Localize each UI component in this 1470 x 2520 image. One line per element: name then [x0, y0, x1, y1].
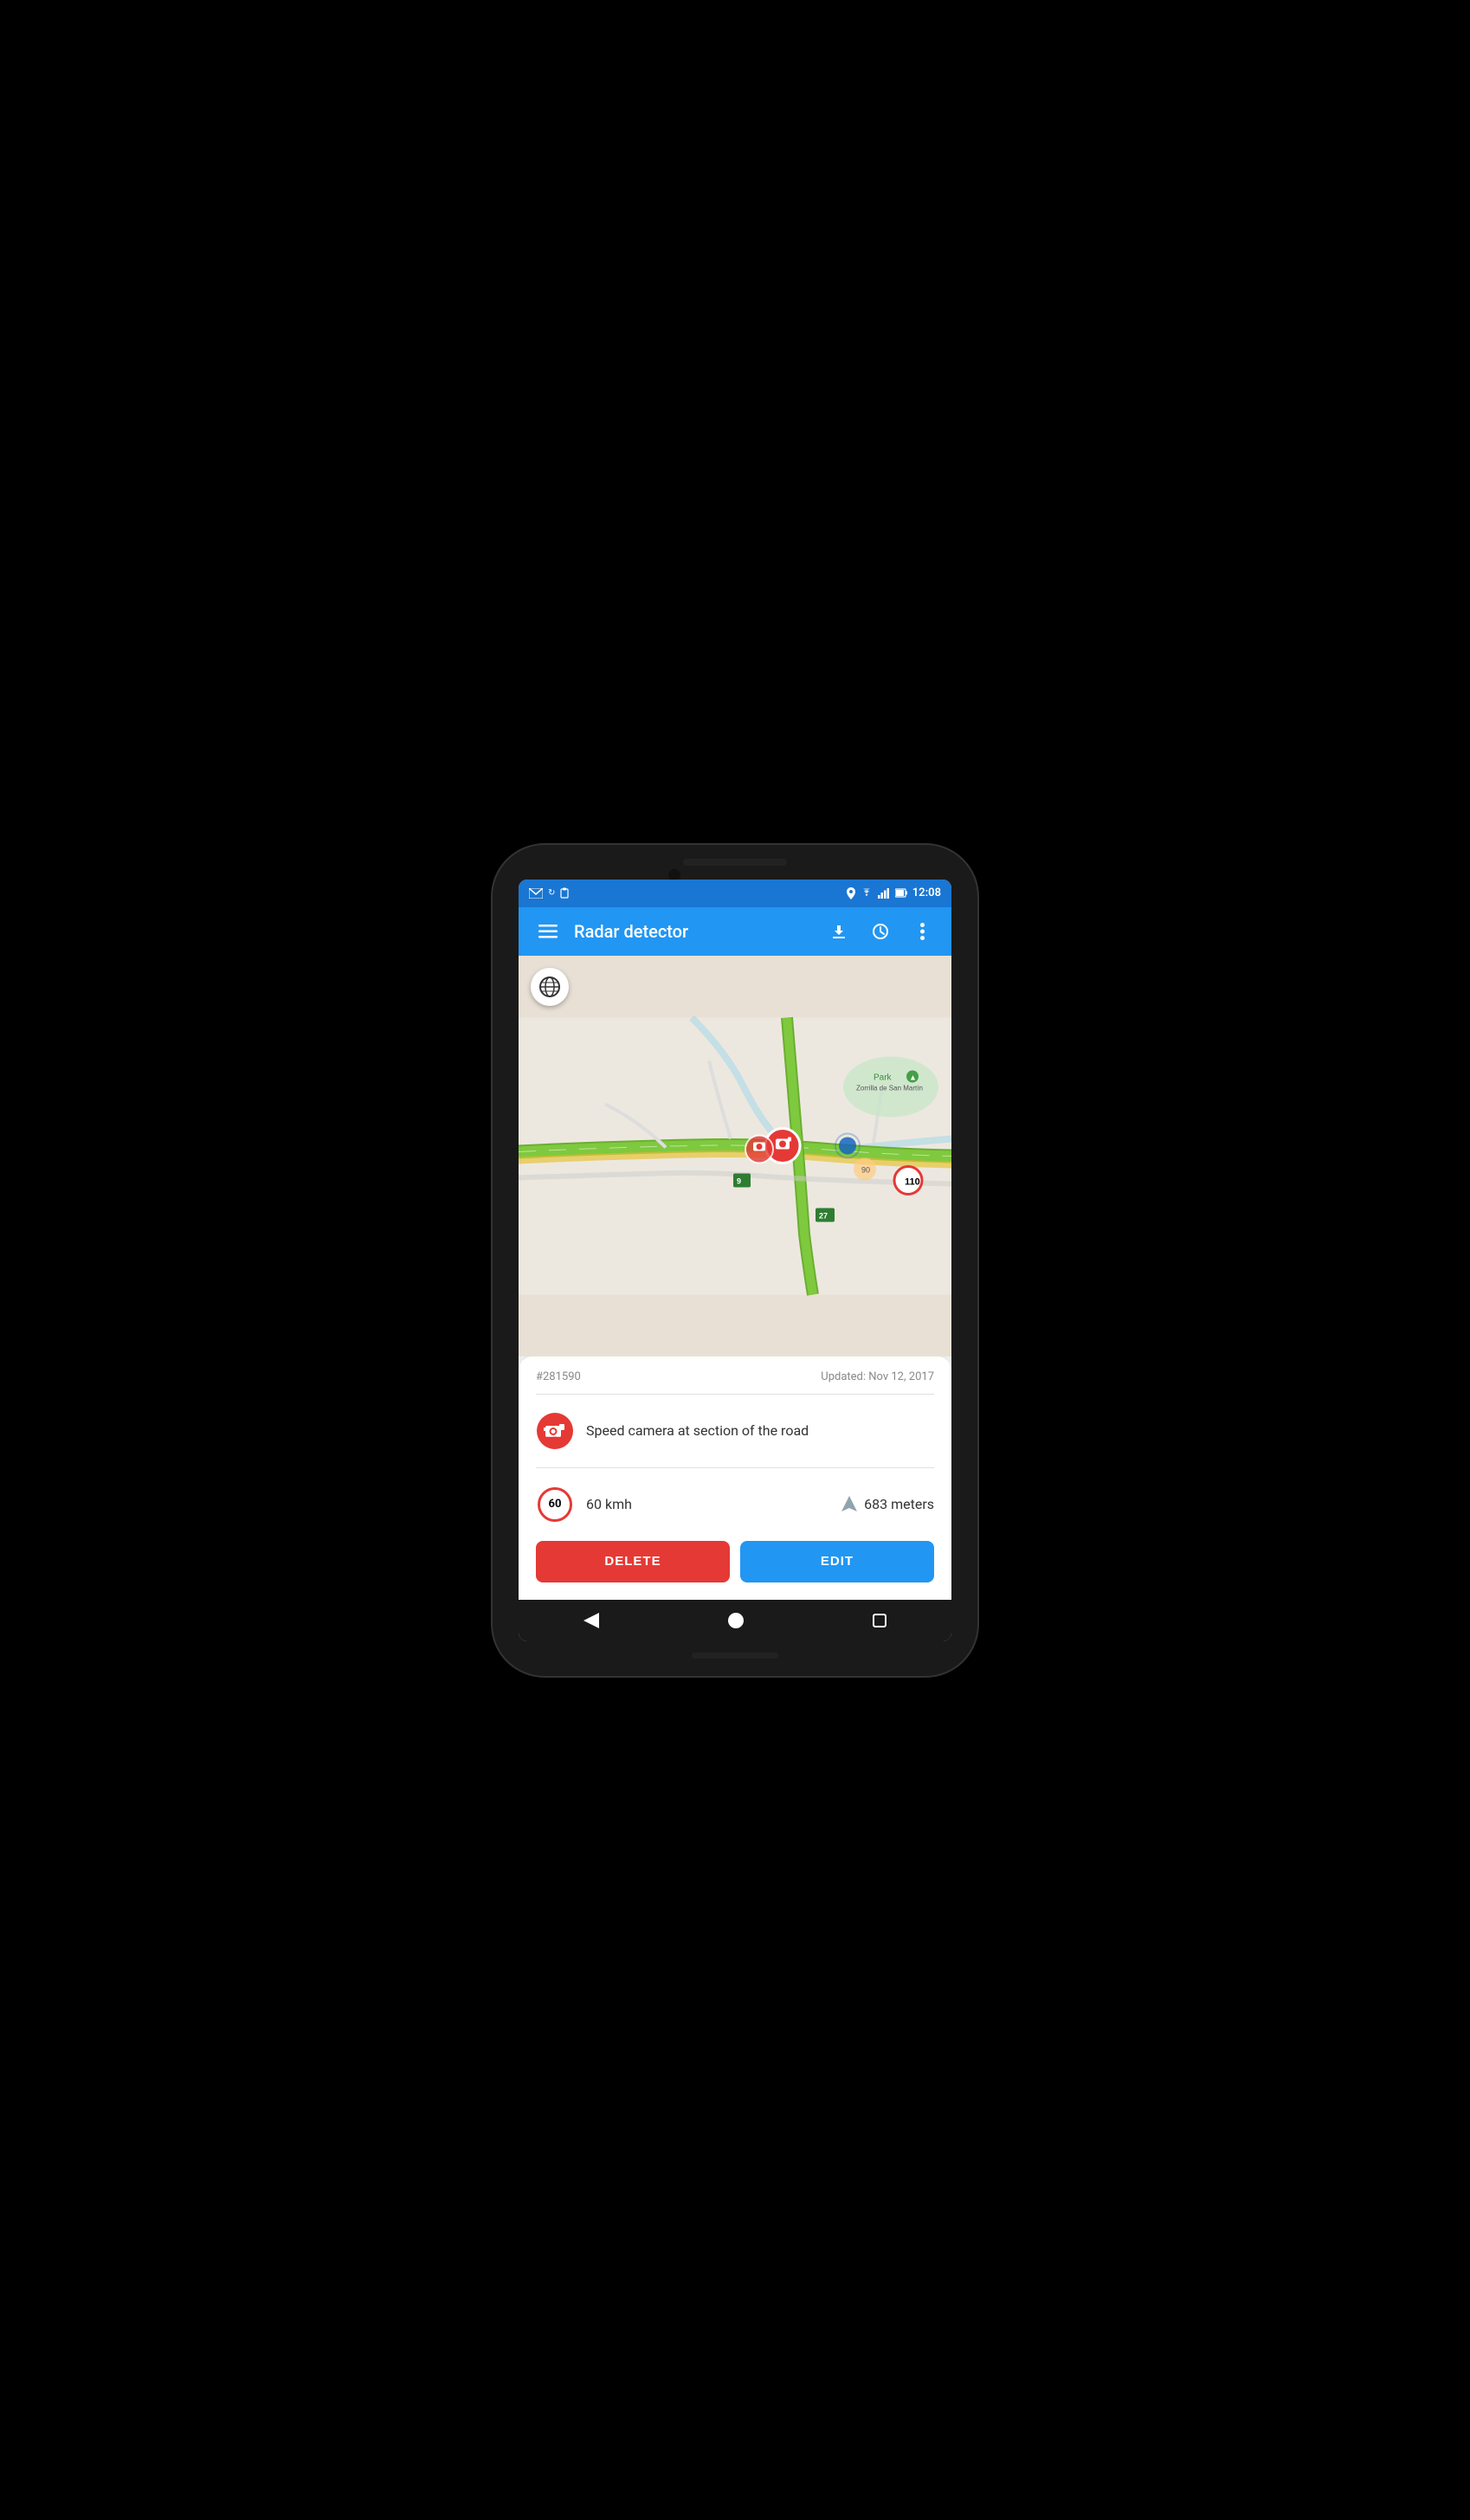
phone-speaker [683, 859, 787, 866]
camera-type-row: CAMERA Speed camera at section of the ro… [536, 1402, 934, 1460]
menu-button[interactable] [532, 916, 564, 947]
gmail-icon [529, 888, 543, 899]
recents-button[interactable] [873, 1614, 887, 1627]
signal-icon [878, 888, 890, 899]
clipboard-icon [560, 887, 569, 899]
record-id: #281590 [536, 1370, 581, 1383]
map-svg: Park Zorrilla de San Martín ▲ 110 90 [519, 956, 951, 1357]
edit-button[interactable]: EDIT [740, 1541, 934, 1582]
status-bar: ↻ [519, 880, 951, 907]
sync-icon: ↻ [548, 888, 555, 898]
speed-camera-icon: CAMERA [537, 1413, 573, 1449]
distance-group: 683 meters [841, 1496, 934, 1513]
status-right-icons: 12:08 [847, 886, 941, 899]
svg-text:27: 27 [819, 1211, 828, 1220]
svg-text:CAMERA: CAMERA [546, 1436, 560, 1440]
speed-limit-sign: 60 [538, 1487, 572, 1522]
home-button[interactable] [728, 1613, 744, 1628]
download-button[interactable] [823, 916, 854, 947]
svg-text:90: 90 [861, 1165, 870, 1174]
status-left-icons: ↻ [529, 887, 569, 899]
phone-screen: ↻ [519, 880, 951, 1641]
time-display: 12:08 [912, 886, 941, 899]
svg-text:Zorrilla de San Martín: Zorrilla de San Martín [856, 1084, 923, 1092]
back-button[interactable] [583, 1613, 599, 1628]
back-icon [583, 1613, 599, 1628]
camera-svg-icon: CAMERA [544, 1421, 566, 1440]
card-header: #281590 Updated: Nov 12, 2017 [536, 1370, 934, 1383]
more-button[interactable] [906, 916, 938, 947]
camera-type-text: Speed camera at section of the road [586, 1422, 809, 1439]
phone-device: ↻ [493, 845, 977, 1676]
app-title: Radar detector [574, 921, 813, 942]
delete-button[interactable]: DELETE [536, 1541, 730, 1582]
home-icon [728, 1613, 744, 1628]
svg-text:▲: ▲ [909, 1073, 917, 1081]
wifi-icon [861, 888, 873, 898]
card-action-buttons: DELETE EDIT [536, 1541, 934, 1582]
bottom-card: #281590 Updated: Nov 12, 2017 [519, 1357, 951, 1600]
divider-1 [536, 1394, 934, 1395]
camera-icon-container: CAMERA [536, 1412, 574, 1450]
bottom-nav [519, 1600, 951, 1641]
map-area[interactable]: Park Zorrilla de San Martín ▲ 110 90 [519, 956, 951, 1357]
bottom-speaker [692, 1653, 778, 1659]
recents-icon [873, 1614, 887, 1627]
distance-display: 683 meters [864, 1496, 934, 1512]
svg-text:9: 9 [737, 1176, 741, 1185]
speed-sign-container: 60 [536, 1486, 574, 1524]
battery-icon [895, 888, 907, 898]
updated-date: Updated: Nov 12, 2017 [821, 1370, 934, 1383]
divider-2 [536, 1467, 934, 1468]
history-button[interactable] [865, 916, 896, 947]
speed-limit-number: 60 [549, 1498, 562, 1511]
location-icon [847, 887, 855, 899]
speed-display: 60 kmh [586, 1496, 632, 1512]
speed-distance-row: 60 60 kmh 683 meters [536, 1475, 934, 1534]
app-bar: Radar detector [519, 907, 951, 956]
navigation-icon [841, 1496, 857, 1513]
globe-icon [538, 976, 561, 998]
globe-button[interactable] [531, 968, 569, 1006]
svg-text:Park: Park [874, 1073, 893, 1082]
svg-text:110: 110 [905, 1176, 920, 1187]
